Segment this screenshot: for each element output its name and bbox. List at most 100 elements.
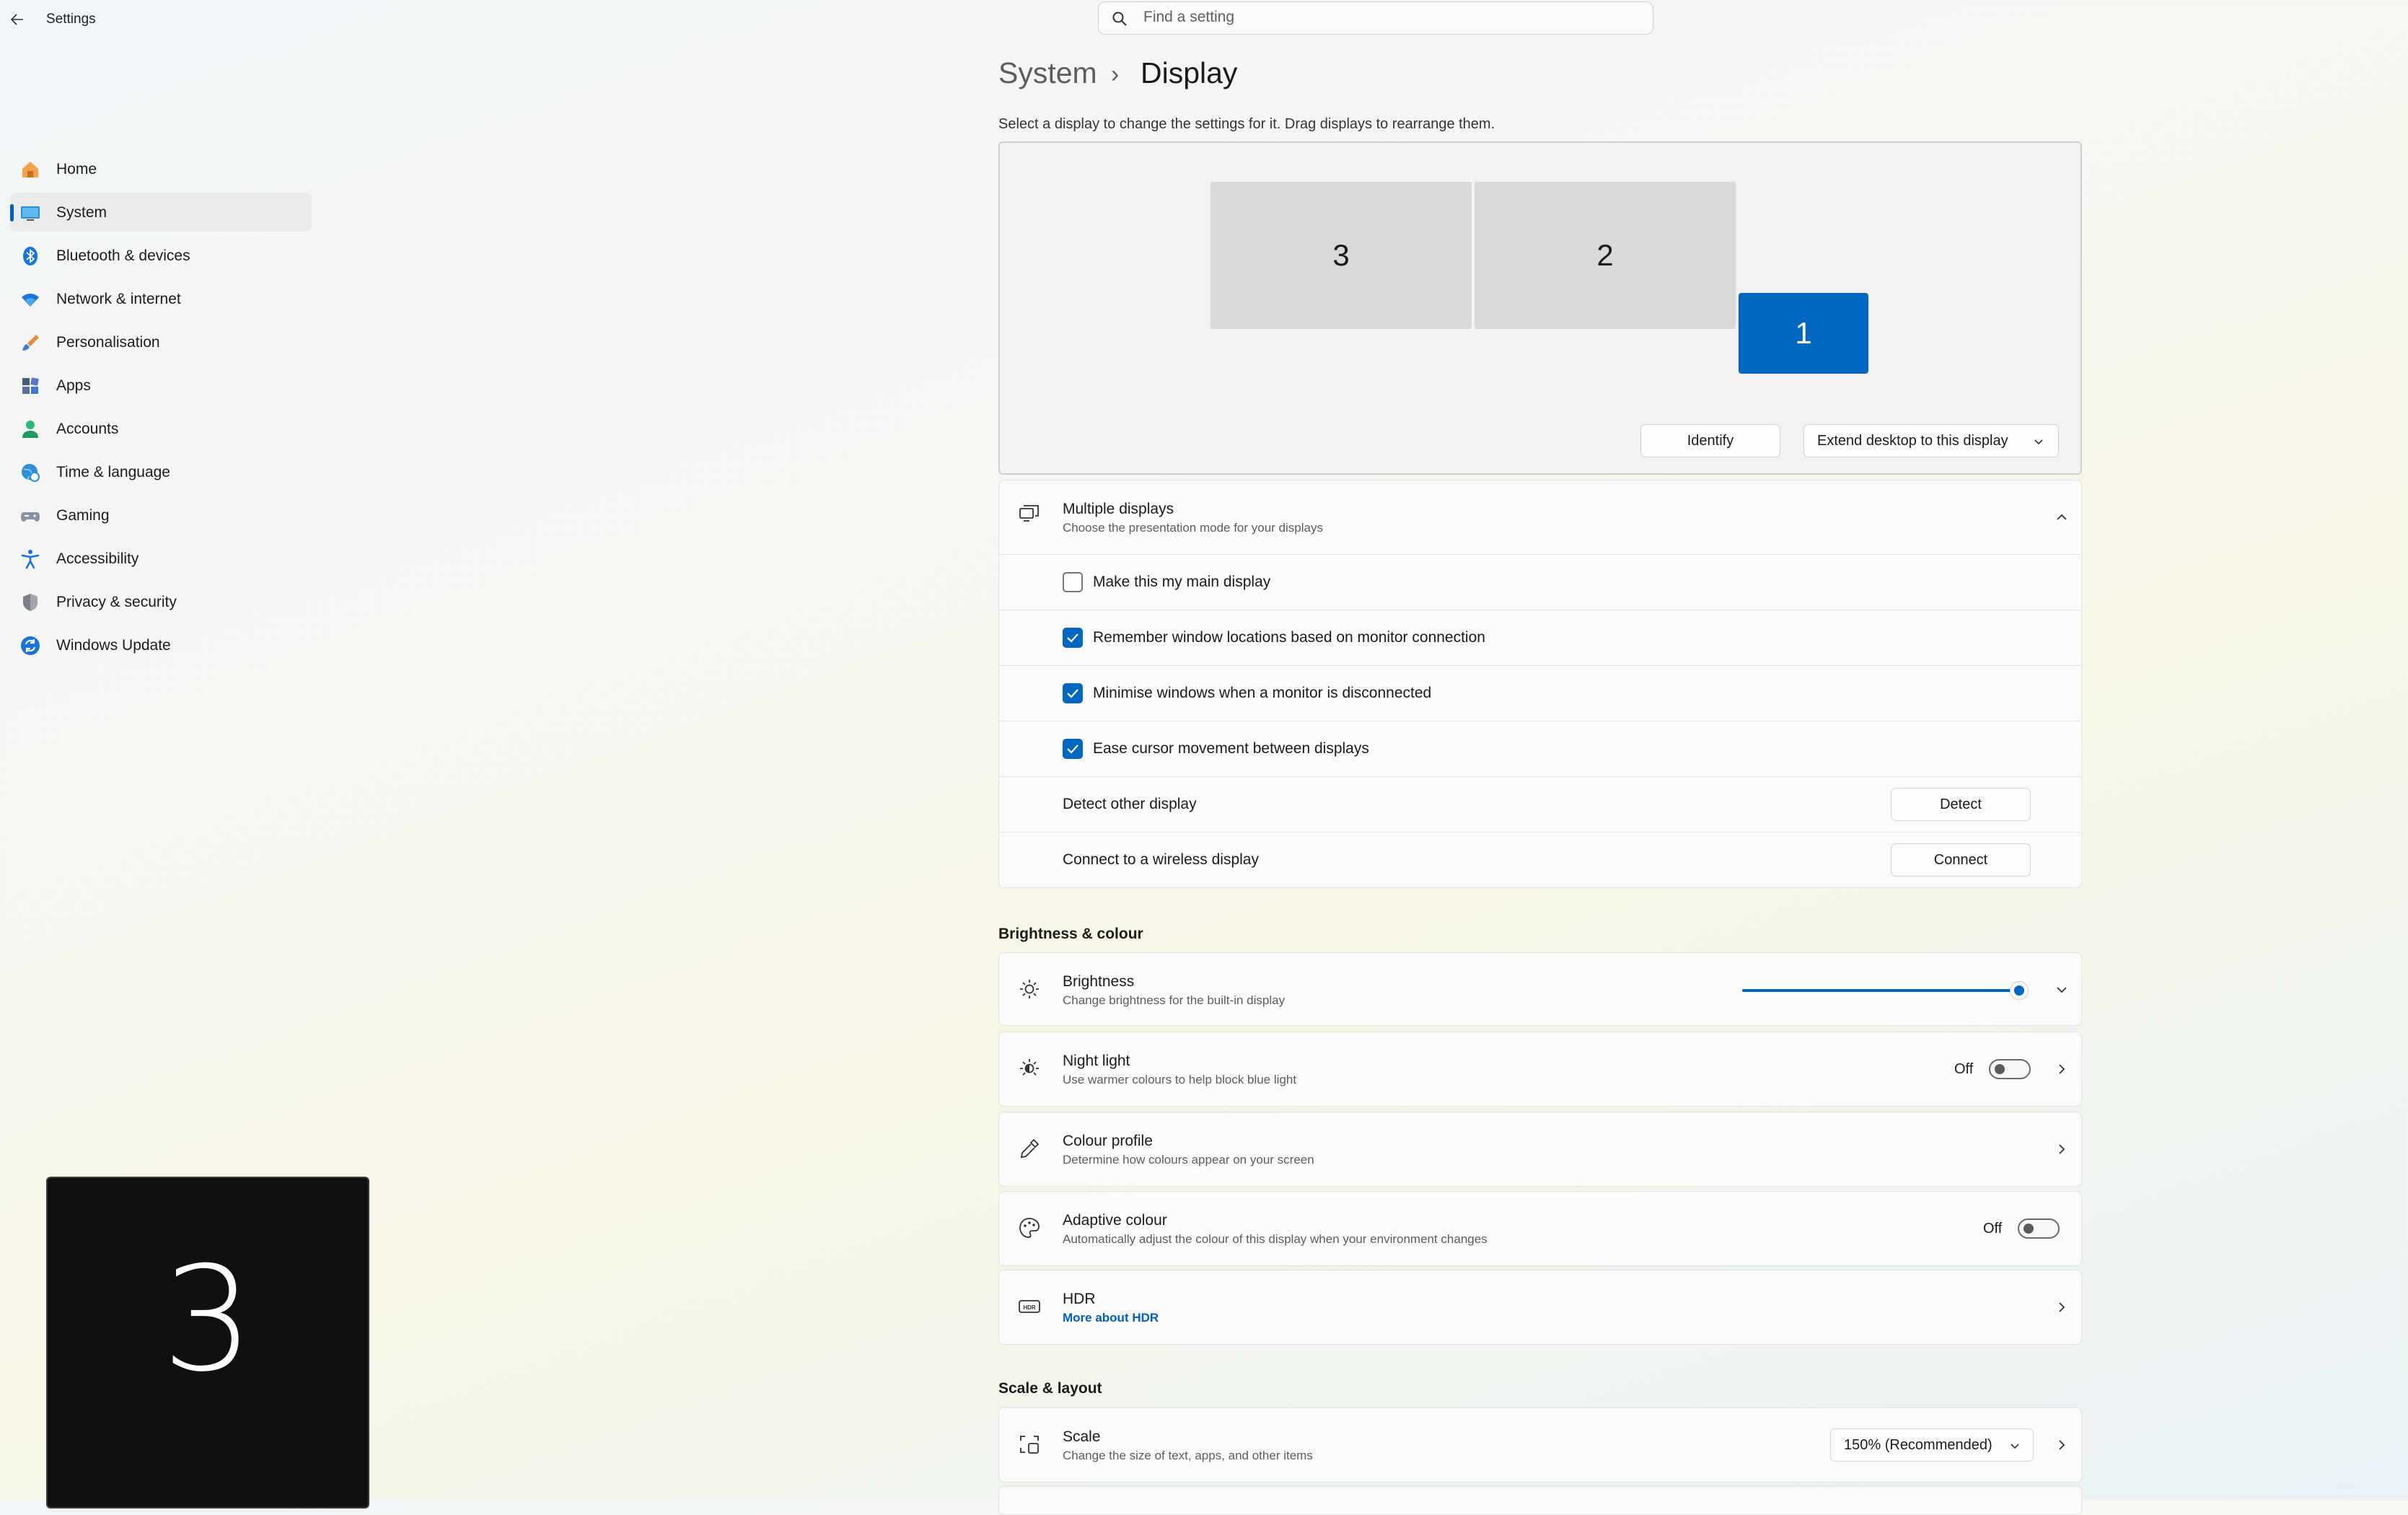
display-arrangement-panel: 3 2 1 Identify Extend desktop to this di… <box>998 141 2082 475</box>
sidebar-item-accounts[interactable]: Accounts <box>10 409 312 448</box>
arrange-instructions: Select a display to change the settings … <box>998 116 1495 132</box>
sidebar-item-gaming[interactable]: Gaming <box>10 496 312 535</box>
sidebar-item-windows-update[interactable]: Windows Update <box>10 625 312 664</box>
extend-desktop-dropdown[interactable]: Extend desktop to this display <box>1803 424 2059 457</box>
option-ease-cursor[interactable]: Ease cursor movement between displays <box>999 721 2081 777</box>
chevron-right-icon <box>2059 1144 2065 1154</box>
extend-desktop-label: Extend desktop to this display <box>1817 432 2008 449</box>
sidebar-item-label: Time & language <box>56 464 170 480</box>
apps-icon <box>22 377 39 394</box>
brightness-subtitle: Change brightness for the built-in displ… <box>1063 993 1286 1007</box>
connect-button[interactable]: Connect <box>1891 843 2031 877</box>
sidebar-item-time-language[interactable]: Time & language <box>10 452 312 491</box>
detect-display-row: Detect other display Detect <box>999 776 2081 833</box>
gamepad-icon <box>21 512 40 522</box>
sidebar-item-label: System <box>56 204 107 221</box>
main-display-checkbox[interactable] <box>1063 572 1083 592</box>
scale-dropdown[interactable]: 150% (Recommended) <box>1830 1428 2034 1462</box>
scale-card[interactable]: Scale Change the size of text, apps, and… <box>998 1408 2082 1483</box>
sidebar-item-label: Gaming <box>56 507 110 524</box>
multiple-displays-title: Multiple displays <box>1063 501 1174 517</box>
brightness-slider-track <box>1742 989 2019 992</box>
hdr-card[interactable]: HDR HDR More about HDR <box>998 1270 2082 1345</box>
option-main-display[interactable]: Make this my main display <box>999 554 2081 610</box>
hdr-icon: HDR <box>1019 1300 1040 1313</box>
multiple-displays-subtitle: Choose the presentation mode for your di… <box>1063 521 1323 535</box>
monitor-1[interactable]: 1 <box>1739 293 1868 374</box>
accessibility-icon <box>21 550 40 569</box>
system-icon <box>21 206 40 221</box>
sidebar-item-home[interactable]: Home <box>10 149 312 188</box>
option-label: Ease cursor movement between displays <box>1093 740 1369 757</box>
multiple-displays-card: Multiple displays Choose the presentatio… <box>998 480 2082 888</box>
app-title: Settings <box>46 12 96 27</box>
brightness-slider-thumb[interactable] <box>2011 982 2028 999</box>
breadcrumb-parent[interactable]: System <box>998 56 1097 90</box>
colour-profile-subtitle: Determine how colours appear on your scr… <box>1063 1153 1314 1167</box>
search-icon <box>1112 12 1127 26</box>
wireless-display-row: Connect to a wireless display Connect <box>999 832 2081 888</box>
adaptive-colour-card[interactable]: Adaptive colour Automatically adjust the… <box>998 1191 2082 1266</box>
sidebar-item-label: Network & internet <box>56 291 181 307</box>
checkmark-icon <box>1067 633 1078 643</box>
night-light-state: Off <box>1954 1061 1974 1077</box>
night-light-toggle[interactable] <box>1989 1059 2031 1079</box>
page-title: Display <box>1141 56 1238 89</box>
more-about-hdr-link[interactable]: More about HDR <box>1063 1311 1159 1325</box>
search-box[interactable] <box>1098 1 1653 35</box>
night-light-card[interactable]: Night light Use warmer colours to help b… <box>998 1032 2082 1107</box>
checkmark-icon <box>1067 689 1078 698</box>
night-light-subtitle: Use warmer colours to help block blue li… <box>1063 1073 1297 1086</box>
sidebar-item-network[interactable]: Network & internet <box>10 279 312 318</box>
sidebar-item-system[interactable]: System <box>10 193 312 232</box>
sidebar-item-privacy[interactable]: Privacy & security <box>10 582 312 621</box>
chevron-right-icon <box>2059 1440 2065 1450</box>
monitor-3[interactable]: 3 <box>1210 182 1472 329</box>
account-icon <box>22 421 38 438</box>
multiple-displays-header[interactable]: Multiple displays Choose the presentatio… <box>999 480 2081 554</box>
option-remember-window-locations[interactable]: Remember window locations based on monit… <box>999 610 2081 666</box>
detect-button[interactable]: Detect <box>1891 788 2031 821</box>
eyedropper-icon <box>1020 1138 1040 1159</box>
chevron-down-icon[interactable] <box>2054 982 2070 998</box>
sidebar-item-label: Home <box>56 161 97 177</box>
adaptive-colour-title: Adaptive colour <box>1063 1212 1167 1229</box>
sidebar-item-label: Personalisation <box>56 334 160 351</box>
sidebar-item-label: Accounts <box>56 421 119 437</box>
remember-locations-checkbox[interactable] <box>1063 628 1083 648</box>
scale-value: 150% (Recommended) <box>1844 1436 1992 1453</box>
adaptive-colour-toggle[interactable] <box>2018 1218 2060 1239</box>
sidebar-item-label: Apps <box>56 377 91 394</box>
chevron-right-icon <box>2059 1064 2065 1074</box>
multiple-displays-icon <box>1019 505 1039 522</box>
identify-button[interactable]: Identify <box>1640 424 1780 457</box>
sidebar-item-label: Windows Update <box>56 637 171 654</box>
ease-cursor-checkbox[interactable] <box>1063 739 1083 759</box>
hdr-title: HDR <box>1063 1291 1096 1307</box>
option-label: Make this my main display <box>1093 574 1271 590</box>
search-input[interactable] <box>1142 8 1578 27</box>
sidebar-item-bluetooth[interactable]: Bluetooth & devices <box>10 236 312 275</box>
sidebar-item-apps[interactable]: Apps <box>10 366 312 405</box>
option-minimise-windows[interactable]: Minimise windows when a monitor is disco… <box>999 665 2081 721</box>
option-label: Minimise windows when a monitor is disco… <box>1093 685 1432 701</box>
detect-display-label: Detect other display <box>1063 796 1197 812</box>
monitor-2[interactable]: 2 <box>1475 182 1736 329</box>
night-light-title: Night light <box>1063 1053 1130 1069</box>
next-setting-card[interactable] <box>998 1486 2082 1515</box>
sidebar-item-accessibility[interactable]: Accessibility <box>10 539 312 578</box>
colour-profile-card[interactable]: Colour profile Determine how colours app… <box>998 1112 2082 1187</box>
colour-profile-title: Colour profile <box>1063 1133 1153 1149</box>
selection-indicator <box>10 204 14 221</box>
sidebar-item-personalisation[interactable]: Personalisation <box>10 322 312 361</box>
brightness-colour-heading: Brightness & colour <box>998 926 1143 942</box>
update-icon <box>21 636 40 655</box>
brightness-slider[interactable] <box>1742 982 2031 999</box>
back-button[interactable] <box>7 7 27 32</box>
svg-text:HDR: HDR <box>1023 1304 1036 1311</box>
scale-layout-heading: Scale & layout <box>998 1380 1102 1397</box>
brightness-card: Brightness Change brightness for the bui… <box>998 952 2082 1026</box>
minimise-windows-checkbox[interactable] <box>1063 683 1083 703</box>
bluetooth-icon <box>23 247 38 265</box>
chevron-down-icon <box>2011 1444 2019 1449</box>
